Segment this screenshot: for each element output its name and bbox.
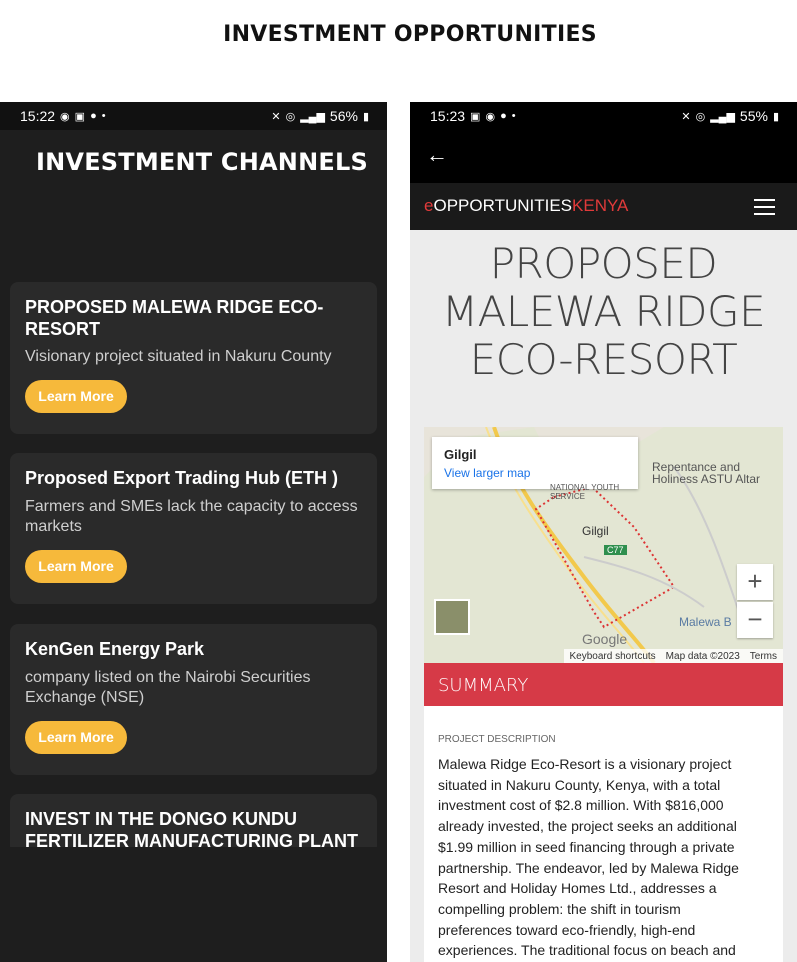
bottom-area [0, 847, 387, 962]
channels-title: INVESTMENT CHANNELS [36, 148, 368, 176]
learn-more-button[interactable]: Learn More [25, 721, 127, 754]
mute-icon: ✕ [271, 110, 281, 123]
left-phone-screen: 15:22 ◉ ▣ ● • ✕ ◎ ▂▄▆ 56% ▮ INVESTMENT C… [0, 102, 387, 962]
hotspot-icon: ◎ [695, 110, 706, 123]
map-footer: Keyboard shortcuts Map data ©2023 Terms [563, 649, 783, 663]
investment-card: INVEST IN THE DONGO KUNDU FERTILIZER MAN… [10, 794, 377, 854]
map-label-nys: NATIONAL YOUTH SERVICE [550, 483, 620, 501]
back-arrow-icon[interactable]: ← [426, 142, 448, 168]
hotspot-icon: ◎ [285, 110, 296, 123]
view-larger-map-link[interactable]: View larger map [444, 466, 530, 480]
signal-icon: ▂▄▆ [710, 110, 735, 123]
google-logo: Google [582, 631, 628, 647]
card-description: company listed on the Nairobi Securities… [25, 669, 311, 706]
map-label-town: Gilgil [582, 524, 609, 538]
signal-icon: ▂▄▆ [300, 110, 325, 123]
menu-icon[interactable] [754, 199, 775, 220]
map-label-malewa: Malewa B [679, 615, 732, 629]
status-bar: 15:23 ▣ ◉ ● • ✕ ◎ ▂▄▆ 55% ▮ [410, 102, 797, 130]
page-title: PROPOSED MALEWA RIDGE ECO-RESORT [441, 239, 766, 384]
road-badge: C77 [604, 545, 627, 555]
card-title: PROPOSED MALEWA RIDGE ECO-RESORT [25, 297, 324, 339]
zoom-out-button[interactable]: − [737, 602, 773, 638]
battery-icon: ▮ [772, 110, 779, 123]
gallery-icon: ▣ [470, 110, 481, 123]
card-title: KenGen Energy Park [25, 639, 205, 659]
zoom-in-button[interactable]: + [737, 564, 773, 600]
bag-icon: ● [500, 110, 507, 122]
investment-card: Proposed Export Trading Hub (ETH ) Farme… [10, 453, 377, 604]
card-description: Visionary project situated in Nakuru Cou… [25, 348, 332, 365]
card-title: INVEST IN THE DONGO KUNDU FERTILIZER MAN… [25, 809, 358, 851]
mute-icon: ✕ [681, 110, 691, 123]
satellite-toggle[interactable] [434, 599, 470, 635]
status-time: 15:22 [20, 108, 56, 124]
map-embed[interactable]: Gilgil View larger map Repentance and Ho… [424, 427, 783, 663]
description-label: PROJECT DESCRIPTION [438, 734, 556, 745]
summary-header: SUMMARY [424, 663, 783, 706]
dot-icon: • [101, 110, 106, 122]
keyboard-shortcuts-link[interactable]: Keyboard shortcuts [570, 651, 656, 662]
bag-icon: ● [90, 110, 97, 122]
status-time: 15:23 [430, 108, 466, 124]
terms-link[interactable]: Terms [750, 651, 777, 662]
right-phone-screen: 15:23 ▣ ◉ ● • ✕ ◎ ▂▄▆ 55% ▮ ← eOPPORTUNI… [410, 102, 797, 962]
dot-icon: • [511, 110, 516, 122]
map-place-card: Gilgil View larger map [432, 437, 638, 489]
investment-card: KenGen Energy Park company listed on the… [10, 624, 377, 775]
whatsapp-icon: ◉ [60, 110, 70, 123]
page-heading: INVESTMENT OPPORTUNITIES [223, 22, 597, 47]
summary-title: SUMMARY [438, 675, 529, 696]
description-text: Malewa Ridge Eco-Resort is a visionary p… [438, 756, 739, 959]
learn-more-button[interactable]: Learn More [25, 550, 127, 583]
card-description: Farmers and SMEs lack the capacity to ac… [25, 498, 358, 535]
whatsapp-icon: ◉ [485, 110, 496, 123]
battery-icon: ▮ [362, 110, 369, 123]
map-label-church: Repentance and Holiness ASTU Altar [652, 460, 761, 486]
battery-level: 55% [739, 108, 768, 124]
project-description-box: PROJECT DESCRIPTION Malewa Ridge Eco-Res… [424, 706, 783, 962]
map-place-name: Gilgil [444, 447, 477, 462]
status-bar: 15:22 ◉ ▣ ● • ✕ ◎ ▂▄▆ 56% ▮ [0, 102, 387, 130]
gallery-icon: ▣ [74, 110, 86, 123]
site-logo[interactable]: eOPPORTUNITIESKENYA [424, 196, 628, 216]
battery-level: 56% [329, 108, 358, 124]
card-title: Proposed Export Trading Hub (ETH ) [25, 468, 339, 488]
learn-more-button[interactable]: Learn More [25, 380, 127, 413]
site-header: eOPPORTUNITIESKENYA [410, 183, 797, 230]
investment-card: PROPOSED MALEWA RIDGE ECO-RESORT Visiona… [10, 282, 377, 434]
app-nav-bar: ← [410, 130, 797, 183]
map-data-text: Map data ©2023 [665, 650, 740, 662]
